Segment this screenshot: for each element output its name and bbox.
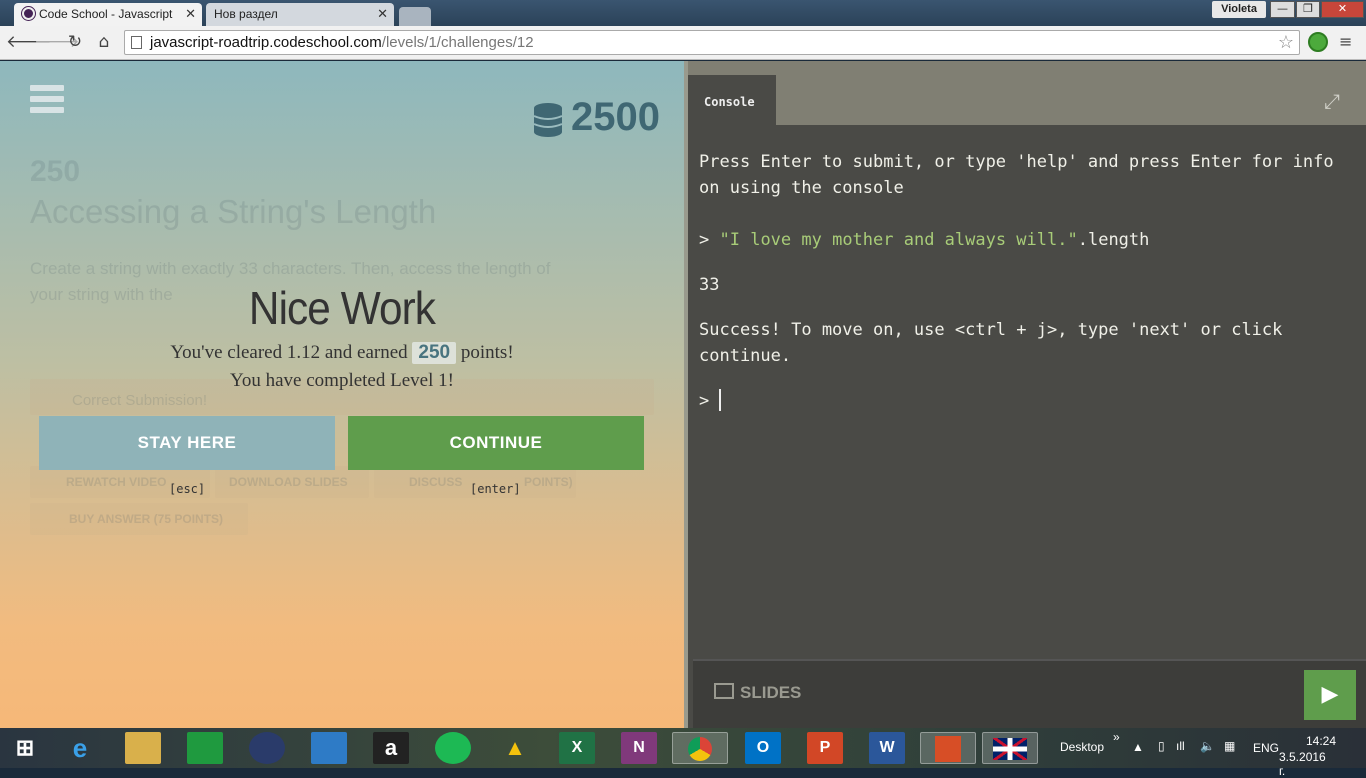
home-icon[interactable]: ⌂ bbox=[93, 31, 115, 53]
console-output[interactable]: Press Enter to submit, or type 'help' an… bbox=[699, 149, 1359, 414]
tab-title: Нов раздел bbox=[214, 7, 278, 21]
code-school-favicon-icon bbox=[22, 7, 35, 20]
clock-date[interactable]: 3.5.2016 г. bbox=[1279, 750, 1326, 778]
restore-button[interactable]: ❐ bbox=[1296, 1, 1320, 18]
challenge-title: Accessing a String's Length bbox=[30, 193, 437, 230]
excel-icon[interactable]: X bbox=[559, 732, 595, 764]
window-close-button[interactable]: ✕ bbox=[1321, 1, 1364, 18]
continue-button[interactable]: CONTINUE bbox=[348, 416, 644, 470]
user-profile-badge[interactable]: Violeta bbox=[1212, 1, 1266, 18]
tab-console[interactable]: Console bbox=[688, 75, 776, 125]
console-intro: Press Enter to submit, or type 'help' an… bbox=[699, 152, 1334, 198]
console-footer: SLIDES ▶ bbox=[693, 659, 1366, 728]
forward-arrow-icon[interactable]: 🡒 bbox=[34, 31, 80, 53]
address-bar[interactable]: javascript-roadtrip.codeschool.com/level… bbox=[124, 30, 1300, 55]
close-icon[interactable]: ✕ bbox=[377, 6, 388, 22]
windows-taskbar: ⊞ e a ▲ X N O P W Desktop » ▲ ▯ ıll 🔈 ▦ … bbox=[0, 728, 1366, 778]
minimize-button[interactable]: — bbox=[1270, 1, 1295, 18]
chrome-icon[interactable] bbox=[672, 732, 728, 764]
challenge-task-line1: Create a string with exactly 33 characte… bbox=[30, 259, 551, 278]
reload-icon[interactable]: ↻ bbox=[64, 31, 86, 53]
page-icon bbox=[131, 36, 142, 49]
spotify-icon[interactable] bbox=[435, 732, 471, 764]
desktop-toolbar-label[interactable]: Desktop bbox=[1060, 740, 1104, 754]
coins-icon bbox=[533, 103, 563, 137]
console-panel: Console ⤢ Press Enter to submit, or type… bbox=[688, 61, 1366, 728]
slides-label: SLIDES bbox=[740, 683, 802, 702]
discuss-label: DISCUSS bbox=[409, 475, 463, 489]
powerpoint-icon[interactable]: P bbox=[807, 732, 843, 764]
signal-icon[interactable]: ıll bbox=[1176, 739, 1185, 753]
menu-icon[interactable]: ≡ bbox=[1339, 34, 1355, 50]
modal-title: Nice Work bbox=[248, 282, 436, 334]
url-host: javascript-roadtrip.codeschool.com bbox=[150, 34, 382, 51]
pinned-app-icon[interactable] bbox=[920, 732, 976, 764]
slides-icon bbox=[714, 683, 734, 699]
bookmark-star-icon[interactable]: ☆ bbox=[1278, 32, 1294, 53]
rewatch-video-label: REWATCH VIDEO bbox=[66, 475, 167, 489]
challenge-points: 250 bbox=[30, 155, 81, 188]
chat-app-icon[interactable] bbox=[311, 732, 347, 764]
windows-start-icon[interactable]: ⊞ bbox=[7, 732, 43, 764]
tab-code-school[interactable]: Code School - Javascript R ✕ bbox=[14, 3, 202, 26]
download-slides-label: DOWNLOAD SLIDES bbox=[229, 475, 348, 489]
correct-submission-text: Correct Submission! bbox=[72, 392, 208, 409]
action-center-icon[interactable]: ▦ bbox=[1224, 739, 1235, 753]
chevron-right-icon[interactable]: » bbox=[1113, 730, 1120, 744]
hamburger-menu-icon[interactable] bbox=[30, 85, 64, 113]
challenge-panel: 2500 250 Accessing a String's Length Cre… bbox=[0, 61, 684, 728]
outlook-icon[interactable]: O bbox=[745, 732, 781, 764]
buy-answer-label: BUY ANSWER (75 POINTS) bbox=[69, 512, 224, 526]
file-explorer-icon[interactable] bbox=[125, 732, 161, 764]
word-icon[interactable]: W bbox=[869, 732, 905, 764]
amazon-icon[interactable]: a bbox=[373, 732, 409, 764]
stay-shortcut-hint: [esc] bbox=[169, 482, 206, 496]
continue-shortcut-hint: [enter] bbox=[470, 482, 521, 496]
earned-points-badge: 250 bbox=[412, 342, 457, 364]
url-path: /levels/1/challenges/12 bbox=[381, 34, 534, 51]
store-icon[interactable] bbox=[187, 732, 223, 764]
text-caret bbox=[719, 389, 722, 411]
console-string-literal: "I love my mother and always will." bbox=[719, 230, 1078, 250]
coins-total: 2500 bbox=[571, 95, 660, 139]
console-prompt-line[interactable]: > bbox=[699, 388, 1359, 414]
phone-icon[interactable]: ▯ bbox=[1158, 739, 1165, 753]
close-icon[interactable]: ✕ bbox=[185, 6, 196, 22]
onenote-icon[interactable]: N bbox=[621, 732, 657, 764]
back-arrow-icon[interactable]: 🡐 bbox=[6, 31, 52, 53]
expand-icon[interactable]: ⤢ bbox=[1324, 91, 1346, 111]
uk-flag-icon[interactable] bbox=[982, 732, 1038, 764]
console-tab-bar: Console ⤢ bbox=[688, 61, 1366, 125]
browser-tab-strip: Code School - Javascript R ✕ Нов раздел … bbox=[0, 0, 1366, 26]
console-input-line: > "I love my mother and always will.".le… bbox=[699, 230, 1150, 250]
extension-icon[interactable] bbox=[1308, 32, 1328, 52]
console-success-message: Success! To move on, use <ctrl + j>, typ… bbox=[699, 320, 1283, 366]
chevron-up-icon[interactable]: ▲ bbox=[1132, 740, 1144, 754]
modal-message: You've cleared 1.12 and earned 250 point… bbox=[170, 342, 514, 364]
clock-time[interactable]: 14:24 bbox=[1306, 734, 1336, 748]
volume-icon[interactable]: 🔈 bbox=[1200, 739, 1215, 753]
internet-explorer-icon[interactable]: e bbox=[62, 732, 98, 764]
stay-here-button[interactable]: STAY HERE bbox=[39, 416, 335, 470]
tab-title: Code School - Javascript R bbox=[39, 7, 174, 21]
calculator-app-icon[interactable] bbox=[249, 732, 285, 764]
discuss-points-label: POINTS) bbox=[524, 475, 573, 489]
new-tab-button[interactable] bbox=[399, 7, 431, 26]
google-drive-icon[interactable]: ▲ bbox=[497, 732, 533, 764]
tab-new-tab[interactable]: Нов раздел ✕ bbox=[206, 3, 394, 26]
language-indicator[interactable]: ENG bbox=[1253, 741, 1279, 755]
console-result: 33 bbox=[699, 275, 720, 295]
browser-toolbar: 🡐 🡒 ↻ ⌂ javascript-roadtrip.codeschool.c… bbox=[0, 26, 1366, 60]
slides-button[interactable]: SLIDES bbox=[714, 683, 801, 703]
run-button[interactable]: ▶ bbox=[1304, 670, 1356, 720]
level-complete-message: You have completed Level 1! bbox=[230, 370, 454, 391]
